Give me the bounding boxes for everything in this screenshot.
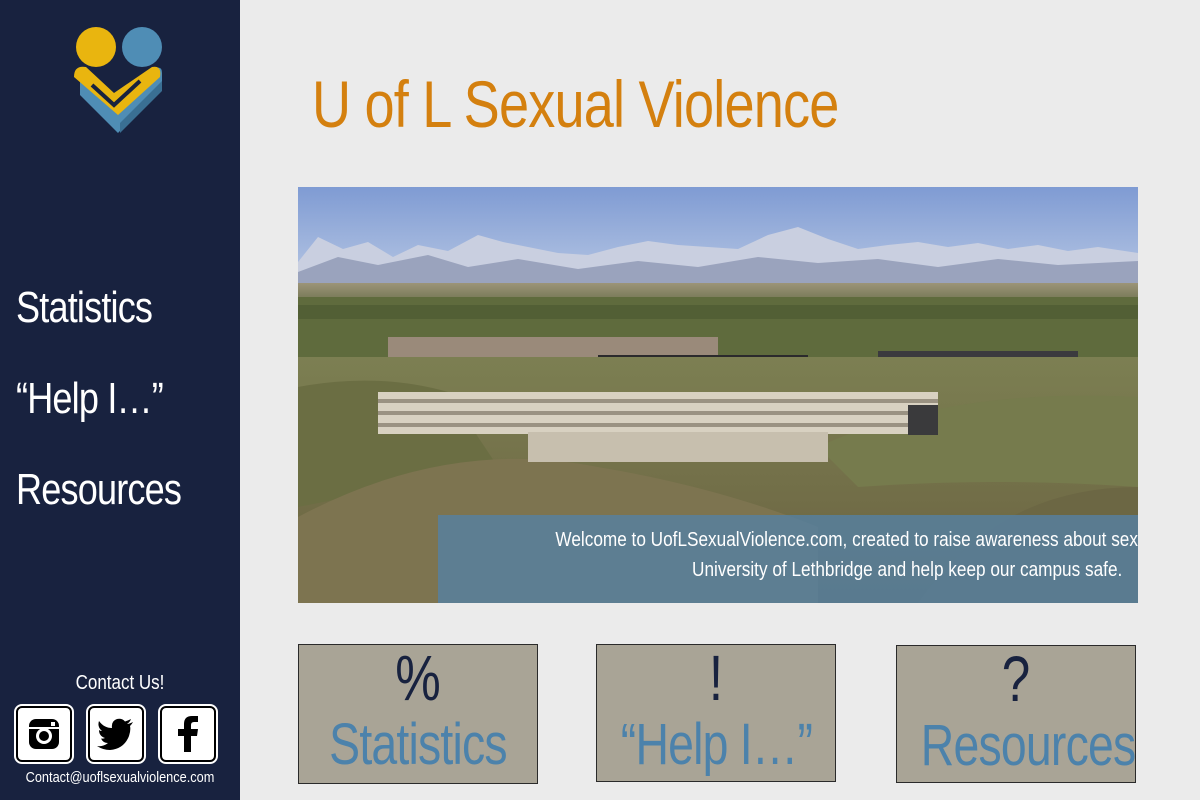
nav-statistics[interactable]: Statistics bbox=[16, 284, 181, 332]
heart-people-logo-icon[interactable] bbox=[70, 25, 170, 150]
hero-image: Welcome to UofLSexualViolence.com, creat… bbox=[298, 187, 1138, 603]
question-icon: ? bbox=[1001, 645, 1031, 715]
welcome-caption-line1: Welcome to UofLSexualViolence.com, creat… bbox=[555, 529, 1138, 551]
statistics-card-label: Statistics bbox=[329, 712, 507, 777]
sidebar: Statistics “Help I…” Resources Contact U… bbox=[0, 0, 240, 800]
sidebar-nav: Statistics “Help I…” Resources bbox=[16, 284, 217, 557]
contact-email-link[interactable]: Contact@uoflsexualviolence.com bbox=[18, 769, 222, 786]
twitter-icon bbox=[97, 718, 133, 750]
page-title: U of L Sexual Violence bbox=[312, 67, 839, 141]
welcome-caption: Welcome to UofLSexualViolence.com, creat… bbox=[438, 515, 1138, 603]
resources-card-label: Resources bbox=[920, 713, 1136, 778]
help-card[interactable]: ! “Help I…” bbox=[596, 644, 836, 782]
contact-title: Contact Us! bbox=[75, 672, 165, 694]
nav-resources[interactable]: Resources bbox=[16, 466, 182, 514]
facebook-button[interactable] bbox=[160, 706, 216, 762]
resources-card[interactable]: ? Resources bbox=[896, 645, 1136, 783]
welcome-caption-line2: University of Lethbridge and help keep o… bbox=[691, 559, 1122, 581]
statistics-card[interactable]: % Statistics bbox=[298, 644, 538, 784]
social-links bbox=[16, 706, 216, 762]
twitter-button[interactable] bbox=[88, 706, 144, 762]
facebook-icon bbox=[178, 716, 198, 752]
instagram-button[interactable] bbox=[16, 706, 72, 762]
percent-icon: % bbox=[395, 644, 441, 714]
instagram-icon bbox=[29, 719, 59, 749]
exclamation-icon: ! bbox=[708, 644, 724, 714]
nav-help[interactable]: “Help I…” bbox=[16, 375, 181, 423]
help-card-label: “Help I…” bbox=[620, 712, 813, 777]
